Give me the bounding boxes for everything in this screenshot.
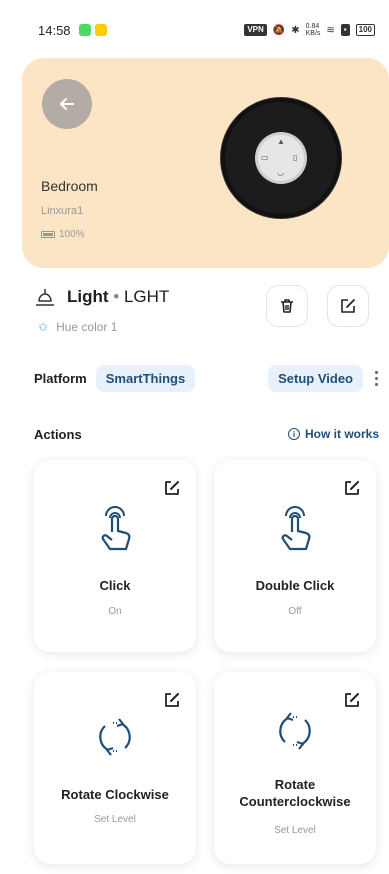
action-card-rotate-clockwise[interactable]: Rotate Clockwise Set Level bbox=[34, 672, 196, 864]
platform-chip[interactable]: SmartThings bbox=[95, 364, 196, 392]
action-title: Rotate Counterclockwise bbox=[239, 777, 351, 809]
setup-video-button[interactable]: Setup Video bbox=[268, 364, 363, 392]
trash-icon bbox=[281, 299, 293, 313]
battery-icon: 100 bbox=[355, 24, 375, 36]
edit-icon[interactable] bbox=[162, 690, 182, 710]
device-image: ▲ ▭ ▯ ◡ bbox=[221, 98, 341, 218]
arrow-left-icon bbox=[60, 98, 74, 110]
device-title: Light • LGHT bbox=[67, 287, 169, 307]
app-notification-icon bbox=[78, 24, 91, 36]
device-subtitle: Hue color 1 bbox=[56, 320, 118, 334]
rotate-counterclockwise-icon bbox=[279, 712, 311, 750]
device-hero-card: Bedroom Linxura1 100% ▲ ▭ ▯ ◡ bbox=[22, 58, 389, 268]
status-icons: VPN 🔕 ✱ 0.84 KB/s ≋ ▪ 100 bbox=[244, 23, 375, 37]
action-value: Set Level bbox=[274, 825, 316, 836]
device-type: LGHT bbox=[123, 287, 170, 306]
device-model: Linxura1 bbox=[41, 205, 84, 217]
more-vertical-icon[interactable] bbox=[373, 370, 379, 386]
action-value: Set Level bbox=[94, 814, 136, 825]
dial-buttons: ▲ ▭ ▯ ◡ bbox=[258, 135, 304, 181]
action-card-rotate-counterclockwise[interactable]: Rotate Counterclockwise Set Level bbox=[214, 672, 376, 864]
action-value: On bbox=[108, 606, 122, 617]
how-it-works-link[interactable]: i How it works bbox=[287, 427, 379, 441]
delete-button[interactable] bbox=[266, 285, 308, 327]
device-battery-value: 100% bbox=[59, 229, 85, 240]
vpn-icon: VPN bbox=[244, 24, 267, 36]
dial-down-icon: ◡ bbox=[277, 168, 284, 177]
device-subtitle-row: ✩ Hue color 1 bbox=[38, 320, 117, 334]
action-title: Click bbox=[99, 578, 131, 593]
action-card-double-click[interactable]: Double Click Off bbox=[214, 460, 376, 652]
tap-hand-icon bbox=[281, 506, 311, 551]
dial-left-icon: ▭ bbox=[261, 153, 269, 162]
status-time: 14:58 bbox=[38, 22, 71, 38]
edit-icon[interactable] bbox=[162, 478, 182, 498]
device-room: Bedroom bbox=[41, 178, 98, 194]
device-separator: • bbox=[113, 287, 120, 306]
back-button[interactable] bbox=[42, 79, 92, 129]
net-speed: 0.84 KB/s bbox=[305, 23, 321, 37]
action-title: Double Click bbox=[255, 578, 335, 593]
edit-icon[interactable] bbox=[342, 690, 362, 710]
device-name: Light bbox=[67, 287, 109, 306]
star-icon: ✩ bbox=[38, 320, 49, 334]
edit-icon bbox=[341, 299, 355, 313]
status-bar: 14:58 VPN 🔕 ✱ 0.84 KB/s ≋ ▪ 100 bbox=[0, 0, 389, 60]
platform-row: Platform SmartThings Setup Video bbox=[34, 364, 379, 392]
actions-title: Actions bbox=[34, 426, 82, 442]
action-value: Off bbox=[288, 606, 302, 617]
tap-hand-icon bbox=[101, 506, 131, 551]
battery-icon bbox=[41, 231, 55, 238]
edit-icon[interactable] bbox=[342, 478, 362, 498]
lamp-icon bbox=[36, 289, 54, 306]
mute-icon: 🔕 bbox=[272, 24, 286, 36]
how-it-works-label: How it works bbox=[304, 427, 379, 441]
sim-icon: ▪ bbox=[340, 24, 350, 36]
wifi-icon: ≋ bbox=[326, 24, 335, 36]
device-header: Light • LGHT ✩ Hue color 1 bbox=[34, 285, 379, 345]
dial-right-icon: ▯ bbox=[293, 153, 298, 162]
edit-device-button[interactable] bbox=[327, 285, 369, 327]
device-battery: 100% bbox=[41, 229, 85, 240]
action-card-click[interactable]: Click On bbox=[34, 460, 196, 652]
action-title: Rotate Clockwise bbox=[61, 787, 169, 802]
info-icon: i bbox=[287, 428, 300, 440]
bluetooth-icon: ✱ bbox=[291, 24, 300, 36]
platform-label: Platform bbox=[34, 370, 87, 386]
app-notification-icon bbox=[94, 24, 107, 36]
actions-header: Actions i How it works bbox=[34, 425, 379, 443]
dial-up-icon: ▲ bbox=[277, 137, 285, 146]
rotate-clockwise-icon bbox=[99, 718, 131, 756]
